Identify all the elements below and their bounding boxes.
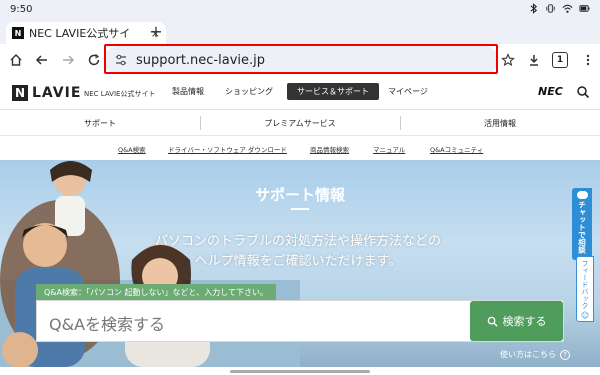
help-circle-icon: ? xyxy=(560,349,570,360)
link-driver-download[interactable]: ドライバー・ソフトウェア ダウンロード xyxy=(168,144,287,154)
reload-icon xyxy=(88,53,100,66)
browser-tab[interactable]: N NEC LAVIE公式サイ × xyxy=(6,22,166,44)
link-manual[interactable]: マニュアル xyxy=(373,144,405,154)
site-settings-icon[interactable] xyxy=(114,53,128,67)
search-icon xyxy=(487,316,498,327)
how-to-use-label: 使い方はこちら xyxy=(500,350,556,359)
hero-banner: サポート情報 パソコンのトラブルの対処方法や操作方法などの ヘルプ情報をご確認い… xyxy=(0,160,600,367)
hero-description-line-2: ヘルプ情報をご確認いただけます。 xyxy=(194,254,402,269)
nec-logo[interactable]: NEC xyxy=(538,85,563,98)
star-icon xyxy=(501,53,515,67)
arrow-left-icon xyxy=(35,55,47,65)
search-placeholder: Q&Aを検索する xyxy=(49,315,166,334)
link-product-info[interactable]: 商品情報検索 xyxy=(310,144,349,154)
qa-search-button[interactable]: 検索する xyxy=(470,301,563,341)
arrow-right-icon xyxy=(63,55,75,65)
url-text[interactable]: support.nec-lavie.jp xyxy=(136,53,265,68)
chat-consult-tab[interactable]: チャットで相談 xyxy=(572,188,592,260)
home-icon xyxy=(10,54,22,66)
sub-links: Q&A検索 ドライバー・ソフトウェア ダウンロード 商品情報検索 マニュアル Q… xyxy=(0,136,600,160)
gesture-handle[interactable] xyxy=(230,370,370,373)
reload-button[interactable] xyxy=(84,50,104,70)
nec-favicon-icon: N xyxy=(12,27,24,39)
hero-description-line-1: パソコンのトラブルの対処方法や操作方法などの xyxy=(154,234,441,249)
back-button[interactable] xyxy=(32,50,52,70)
link-qa-community[interactable]: Q&Aコミュニティ xyxy=(430,144,483,154)
download-icon xyxy=(530,55,538,66)
chat-bubble-icon xyxy=(576,191,588,199)
category-usage-info[interactable]: 活用情報 xyxy=(400,110,600,136)
feedback-tab-label: フィードバック xyxy=(581,260,589,309)
nav-shopping[interactable]: ショッピング xyxy=(225,86,273,97)
lavie-logo-text: LAVIE xyxy=(32,85,82,101)
status-icons xyxy=(528,3,590,14)
bluetooth-icon xyxy=(530,3,538,14)
browser-toolbar: support.nec-lavie.jp xyxy=(0,44,600,76)
battery-icon xyxy=(579,5,590,12)
lavie-logo[interactable]: N LAVIE xyxy=(12,85,81,101)
how-to-use-link[interactable]: 使い方はこちら ? xyxy=(500,349,570,360)
forward-button[interactable] xyxy=(58,50,78,70)
bookmark-button[interactable] xyxy=(498,50,518,70)
link-qa-search[interactable]: Q&A検索 xyxy=(118,144,146,154)
category-nav: サポート プレミアムサービス 活用情報 xyxy=(0,110,600,136)
hero-title: サポート情報 xyxy=(254,186,345,204)
status-time: 9:50 xyxy=(10,4,33,15)
menu-button[interactable] xyxy=(578,50,598,70)
feedback-tab[interactable]: フィードバック ☺ xyxy=(576,256,594,322)
download-button[interactable] xyxy=(524,50,544,70)
navigation-gesture-bar xyxy=(0,367,600,375)
nav-products[interactable]: 製品情報 xyxy=(172,86,204,97)
nav-service-support[interactable]: サービス＆サポート xyxy=(287,83,379,100)
category-premium-service[interactable]: プレミアムサービス xyxy=(200,110,400,136)
site-header: N LAVIE NEC LAVIE公式サイト 製品情報 ショッピング サービス＆… xyxy=(0,76,600,110)
home-button[interactable] xyxy=(6,50,26,70)
new-tab-button[interactable]: + xyxy=(146,22,166,41)
address-bar[interactable]: support.nec-lavie.jp xyxy=(104,46,498,74)
status-bar: 9:50 xyxy=(0,0,600,20)
title-underline xyxy=(291,208,309,210)
vibrate-icon xyxy=(546,4,555,13)
search-icon[interactable] xyxy=(576,85,590,99)
smiley-icon: ☺ xyxy=(580,311,590,320)
search-button-label: 検索する xyxy=(502,315,547,328)
chat-tab-label: チャットで相談 xyxy=(577,201,587,254)
tab-switcher-button[interactable]: 1 xyxy=(552,52,568,68)
nav-mypage[interactable]: マイページ xyxy=(388,86,428,97)
official-site-label[interactable]: NEC LAVIE公式サイト xyxy=(84,89,155,99)
more-vertical-icon xyxy=(586,54,590,66)
lavie-logo-icon: N xyxy=(12,85,28,101)
search-hint-label: Q&A検索：「パソコン 起動しない」などと、入力して下さい。 xyxy=(36,284,276,300)
tab-strip: N NEC LAVIE公式サイ × + xyxy=(0,20,600,44)
category-support[interactable]: サポート xyxy=(0,110,200,136)
tab-title: NEC LAVIE公式サイ xyxy=(29,27,131,40)
wifi-icon xyxy=(562,4,573,13)
